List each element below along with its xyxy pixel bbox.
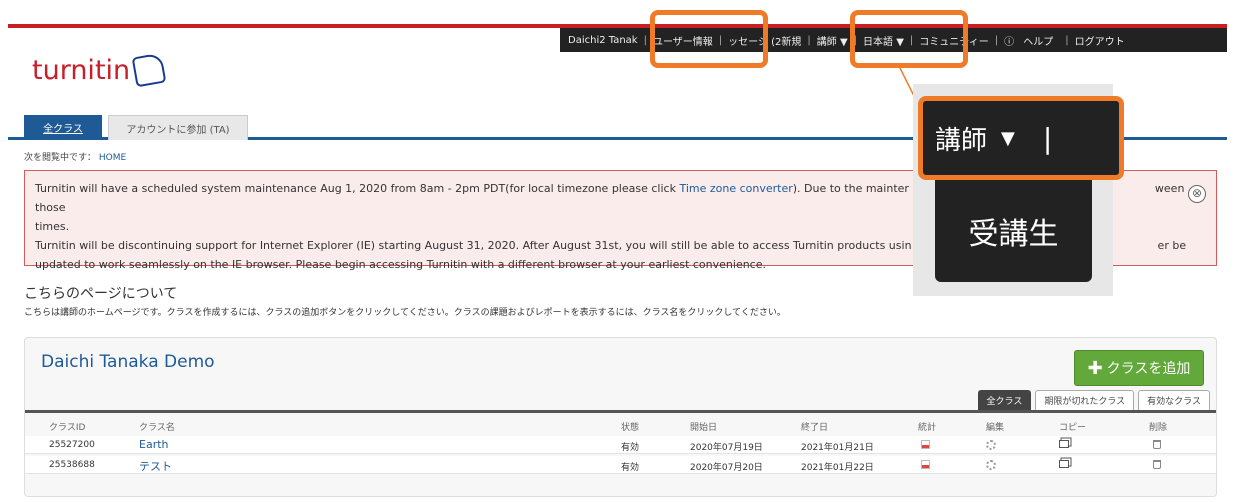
zoom-student-option[interactable]: 受講生 [935,180,1092,282]
zoom-separator: | [1042,121,1053,155]
zoom-role-label: 講師 [935,125,988,156]
triangle-down-icon: ▼ [1001,127,1015,149]
zoom-role-dropdown: 講師 ▼ | [918,96,1124,180]
